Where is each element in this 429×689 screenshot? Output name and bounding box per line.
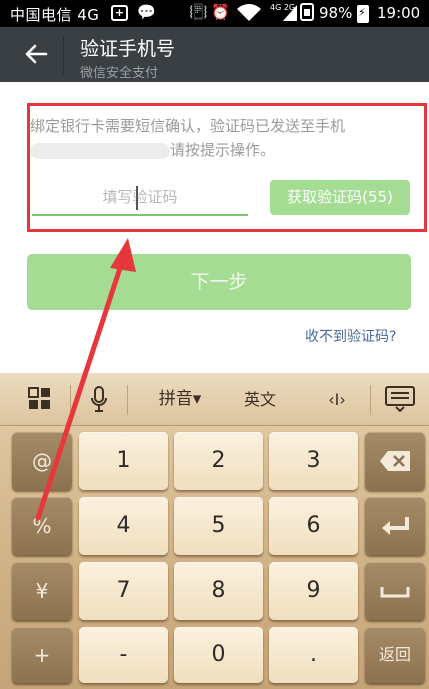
- toolbar-divider: [370, 385, 371, 415]
- clock: 19:00: [377, 4, 421, 22]
- key-at[interactable]: @: [12, 432, 72, 490]
- battery-icon: [357, 5, 369, 23]
- backspace-icon: [380, 451, 410, 471]
- key-plus[interactable]: +: [12, 627, 72, 683]
- key-at-label: @: [32, 449, 52, 473]
- enter-icon: [382, 517, 409, 535]
- key-digit[interactable]: 4: [79, 497, 168, 555]
- vibrate-icon: 📳: [189, 3, 208, 21]
- key-digit[interactable]: 8: [174, 562, 263, 620]
- page-subtitle: 微信安全支付: [80, 66, 159, 81]
- masked-phone-number: [30, 142, 170, 159]
- sms-notice: 绑定银行卡需要短信确认，验证码已发送至手机请按提示操作。: [30, 114, 416, 162]
- page-title: 验证手机号: [80, 38, 176, 60]
- key-label: 2: [211, 448, 226, 473]
- pinyin-mode-button[interactable]: 拼音▾: [148, 373, 212, 426]
- battery-percent: 98%: [319, 4, 353, 22]
- key-label: -: [119, 642, 128, 667]
- key-digit[interactable]: 6: [269, 497, 358, 555]
- arrow-left-icon: [25, 44, 48, 64]
- grid-icon: [28, 387, 50, 409]
- key-label: 6: [306, 513, 321, 538]
- key-backspace[interactable]: [365, 432, 425, 490]
- wifi-icon: [236, 3, 262, 27]
- key-label: 9: [306, 578, 321, 603]
- toolbar-divider: [70, 385, 71, 415]
- key-digit[interactable]: 2: [174, 432, 263, 490]
- plus-icon: +: [111, 5, 128, 21]
- toolbar-divider: [127, 385, 128, 415]
- english-mode-button[interactable]: 英文: [236, 373, 284, 426]
- sms-notice-tail: 请按提示操作。: [170, 141, 276, 159]
- key-label: 1: [116, 448, 131, 473]
- cursor-move-button[interactable]: ‹I›: [316, 373, 358, 426]
- key-digit[interactable]: 1: [79, 432, 168, 490]
- key-back-label: 返回: [378, 645, 411, 664]
- verification-code-input[interactable]: [32, 180, 248, 216]
- get-code-button[interactable]: 获取验证码(55): [270, 180, 410, 215]
- voice-input-button[interactable]: [76, 373, 122, 426]
- key-back[interactable]: 返回: [365, 627, 425, 683]
- keyboard-toolbar: 拼音▾ 英文 ‹I›: [0, 373, 429, 426]
- key-percent-label: %: [32, 514, 52, 538]
- no-code-link[interactable]: 收不到验证码?: [305, 326, 396, 346]
- key-plus-label: +: [33, 643, 51, 667]
- key-yuan[interactable]: ¥: [12, 562, 72, 620]
- key-label: 3: [306, 448, 321, 473]
- sms-notice-text: 绑定银行卡需要短信确认，验证码已发送至手机: [30, 117, 346, 135]
- space-icon: [380, 587, 410, 598]
- sim-icon: [300, 3, 314, 25]
- numeric-keyboard: 拼音▾ 英文 ‹I› @ % ¥ + 1 2 3 4 5 6 7 8 9 - 0…: [0, 373, 429, 689]
- key-digit[interactable]: 5: [174, 497, 263, 555]
- key-label: .: [310, 642, 317, 667]
- key-percent[interactable]: %: [12, 497, 72, 555]
- app-header: 验证手机号 微信安全支付: [0, 27, 429, 82]
- microphone-icon: [91, 386, 107, 412]
- status-bar: 中国电信 4G + 💬 📳 ⏰ 4G 2G 98% 19:00: [0, 0, 429, 27]
- key-digit[interactable]: 3: [269, 432, 358, 490]
- key-label: 4: [116, 513, 131, 538]
- key-enter[interactable]: [365, 497, 425, 555]
- text-cursor: [136, 186, 138, 210]
- hide-keyboard-button[interactable]: [380, 373, 420, 426]
- key-dot[interactable]: .: [269, 627, 358, 683]
- key-minus[interactable]: -: [79, 627, 168, 683]
- key-label: 8: [211, 578, 226, 603]
- key-digit[interactable]: 9: [269, 562, 358, 620]
- next-step-button[interactable]: 下一步: [27, 254, 411, 310]
- signal-icon: [283, 5, 297, 21]
- key-space[interactable]: [365, 562, 425, 620]
- key-label: 5: [211, 513, 226, 538]
- keyboard-menu-button[interactable]: [14, 373, 66, 426]
- key-digit[interactable]: 0: [174, 627, 263, 683]
- key-yuan-label: ¥: [35, 579, 49, 603]
- key-digit[interactable]: 7: [79, 562, 168, 620]
- keyboard-hide-icon: [385, 386, 415, 413]
- carrier-label: 中国电信 4G: [10, 6, 100, 24]
- key-label: 7: [116, 578, 131, 603]
- back-button[interactable]: [24, 39, 52, 69]
- header-divider: [63, 36, 64, 74]
- wechat-icon: 💬: [137, 3, 156, 21]
- key-label: 0: [211, 642, 226, 667]
- alarm-icon: ⏰: [211, 3, 230, 21]
